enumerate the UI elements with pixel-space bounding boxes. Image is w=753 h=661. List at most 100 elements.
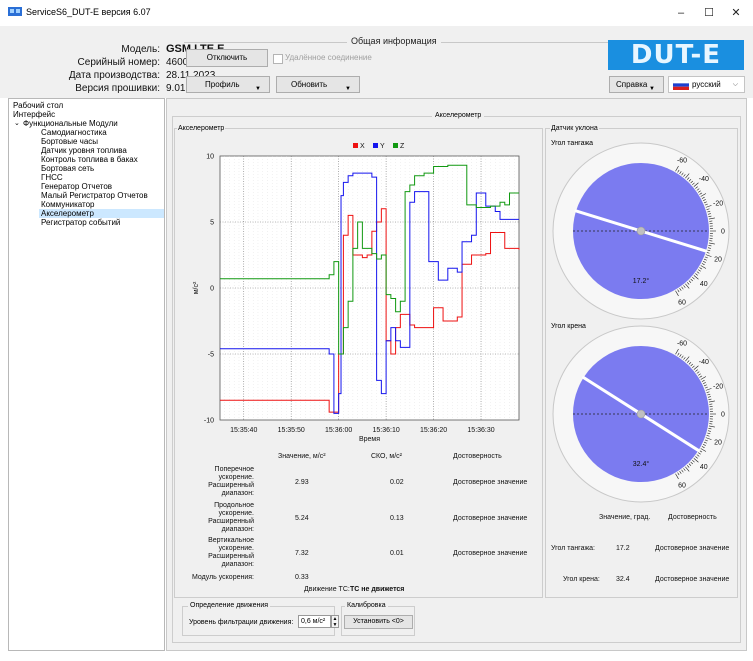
roll-gauge-scale-label: 40	[700, 464, 708, 471]
navigation-tree: Рабочий стол Интерфейс ⌄ Функциональные …	[8, 98, 165, 651]
longitudinal-status: Достоверное значение	[453, 515, 528, 522]
tilt-pitch-value: 17.2	[616, 545, 630, 552]
language-select[interactable]: русский ⌵	[668, 76, 745, 93]
refresh-label: Обновить	[291, 80, 328, 89]
tree-item-onboard-network[interactable]: Бортовая сеть	[41, 164, 94, 173]
tree-item-accelerometer[interactable]: Акселерометр	[39, 209, 164, 218]
remote-checkbox[interactable]	[273, 54, 283, 64]
col-header-status: Достоверность	[453, 453, 502, 460]
dut-e-logo: DUT-E	[608, 40, 744, 70]
tilt-sensor-title: Датчик уклона	[550, 125, 599, 132]
pitch-gauge-scale-label: -20	[713, 200, 723, 207]
x-tick-label: 15:35:40	[230, 427, 257, 434]
tree-item-gnss[interactable]: ГНСС	[41, 173, 63, 182]
minimize-button[interactable]: –	[667, 4, 695, 22]
pitch-gauge-scale-label: 20	[714, 257, 722, 264]
module-label: Модуль ускорения:	[191, 574, 254, 581]
tree-item-small-report-recorder[interactable]: Малый Регистратор Отчетов	[41, 191, 148, 200]
roll-gauge-scale-label: -40	[699, 359, 709, 366]
x-tick-label: 15:35:50	[278, 427, 305, 434]
roll-gauge-hub	[636, 409, 646, 419]
tree-item-desktop[interactable]: Рабочий стол	[13, 101, 63, 110]
maximize-button[interactable]: ☐	[695, 4, 723, 22]
y-tick-label: 0	[210, 286, 214, 293]
tilt-col-status: Достоверность	[668, 514, 717, 521]
russia-flag-icon	[673, 80, 689, 90]
tilt-pitch-label: Угол тангажа:	[551, 545, 595, 552]
app-icon	[8, 7, 22, 16]
tree-item-tank-fuel-control[interactable]: Контроль топлива в баках	[41, 155, 138, 164]
tree-item-onboard-clock[interactable]: Бортовые часы	[41, 137, 98, 146]
pitch-gauge-scale-label: -40	[699, 176, 709, 183]
tilt-roll-status: Достоверное значение	[655, 576, 730, 583]
expand-chevron-icon[interactable]: ⌄	[14, 119, 20, 127]
calibration-title: Калибровка	[345, 602, 388, 609]
lateral-status: Достоверное значение	[453, 479, 528, 486]
filter-level-value: 0,6 м/с²	[301, 618, 326, 625]
x-axis-label: Время	[359, 436, 380, 443]
tree-item-communicator[interactable]: Коммуникатор	[41, 200, 95, 209]
legend-label: Y	[380, 143, 385, 150]
col-header-value: Значение, м/с²	[278, 453, 326, 460]
module-value: 0.33	[295, 574, 309, 581]
longitudinal-sko: 0.13	[390, 515, 404, 522]
spinbox-arrows-icon[interactable]: ▲ ▼	[331, 615, 339, 628]
roll-gauge-scale-label: -60	[677, 340, 687, 347]
tree-item-fuel-sensor[interactable]: Датчик уровня топлива	[41, 146, 127, 155]
pitch-gauge-hub	[636, 226, 646, 236]
pitch-gauge: -60 -40 -20 0 20 40 60 17.2°	[552, 142, 730, 320]
longitudinal-value: 5.24	[295, 515, 309, 522]
tree-item-event-recorder[interactable]: Регистратор событий	[41, 218, 120, 227]
y-tick-label: -10	[204, 418, 214, 425]
language-label: русский	[692, 80, 721, 89]
window-title: ServiceS6_DUT-E версия 6.07	[26, 7, 151, 17]
roll-gauge: -60 -40 -20 0 20 40 60 32.4°	[552, 325, 730, 503]
lateral-value: 2.93	[295, 479, 309, 486]
chart-group-title: Акселерометр	[177, 125, 226, 132]
plot-area	[219, 155, 520, 421]
pitch-gauge-readout: 17.2°	[633, 277, 650, 285]
roll-gauge-scale-label: 0	[721, 412, 725, 419]
pitch-gauge-scale-label: 60	[678, 300, 686, 307]
firmware-label: Версия прошивки:	[75, 83, 160, 94]
disconnect-button[interactable]: Отключить	[186, 49, 268, 67]
tilt-roll-label: Угол крена:	[563, 576, 600, 583]
tree-item-self-diagnostics[interactable]: Самодиагностика	[41, 128, 107, 137]
x-tick-label: 15:36:30	[467, 427, 494, 434]
accelerometer-chart: 15:35:40 15:35:50 15:36:00 15:36:10 15:36:20…	[193, 143, 520, 443]
legend-swatch	[393, 143, 398, 148]
filter-level-spinbox[interactable]: 0,6 м/с²	[298, 615, 331, 628]
y-tick-label: 5	[210, 220, 214, 227]
col-header-sko: СКО, м/с²	[371, 453, 402, 460]
vertical-sko: 0.01	[390, 550, 404, 557]
remote-label: Удалённое соединение	[285, 53, 372, 62]
roll-gauge-scale-label: 20	[714, 440, 722, 447]
roll-gauge-readout: 32.4°	[633, 460, 650, 468]
roll-gauge-scale-label: -20	[713, 383, 723, 390]
tree-item-interface[interactable]: Интерфейс	[13, 110, 55, 119]
lateral-sko: 0.02	[390, 479, 404, 486]
legend-label: Z	[400, 143, 405, 150]
legend-swatch	[373, 143, 378, 148]
close-button[interactable]: ✕	[722, 4, 750, 22]
tree-item-functional-modules[interactable]: Функциональные Модули	[23, 119, 118, 128]
refresh-dropdown[interactable]: Обновить	[276, 76, 360, 97]
tilt-pitch-status: Достоверное значение	[655, 545, 730, 552]
x-tick-label: 15:36:10	[372, 427, 399, 434]
frame-title: Акселерометр	[432, 112, 485, 119]
chevron-down-icon: ⌵	[732, 81, 738, 88]
tilt-roll-value: 32.4	[616, 576, 630, 583]
production-date-label: Дата производства:	[68, 70, 160, 81]
profile-dropdown[interactable]: Профиль	[186, 76, 270, 97]
motion-detection-title: Определение движения	[188, 602, 271, 609]
calibrate-set-button[interactable]: Установить <0>	[344, 615, 413, 629]
x-tick-label: 15:36:00	[325, 427, 352, 434]
vertical-value: 7.32	[295, 550, 309, 557]
y-tick-label: -5	[208, 352, 214, 359]
tree-item-report-generator[interactable]: Генератор Отчетов	[41, 182, 112, 191]
pitch-gauge-scale-label: -60	[677, 157, 687, 164]
vertical-status: Достоверное значение	[453, 550, 528, 557]
filter-level-label: Уровень фильтрации движения:	[189, 619, 294, 626]
firmware-value: 9.01	[166, 83, 186, 94]
help-dropdown[interactable]: Справка	[609, 76, 664, 97]
